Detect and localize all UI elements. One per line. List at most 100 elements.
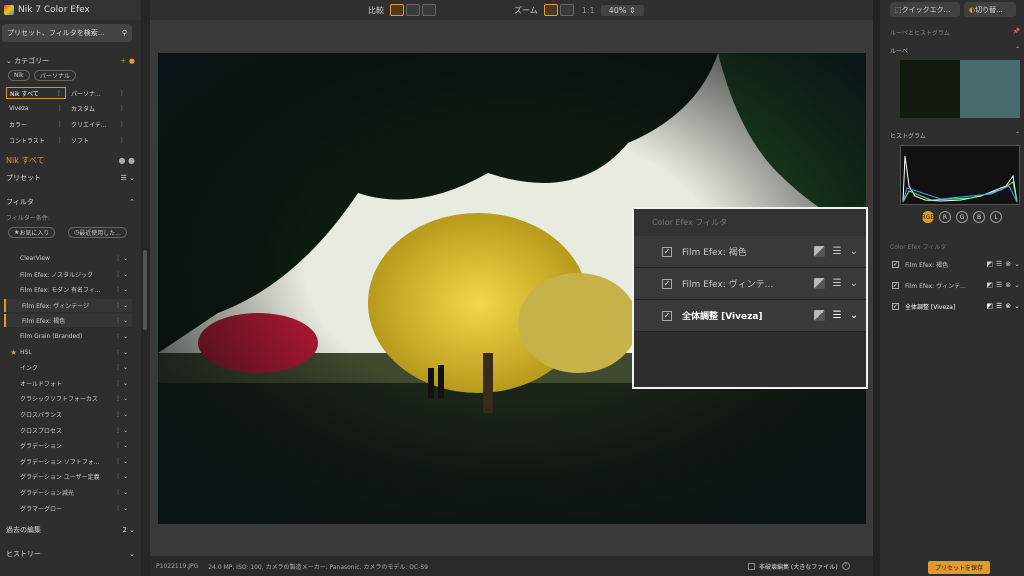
help-icon[interactable]: ?	[841, 562, 850, 570]
category-soft[interactable]: ソフト ⋮	[68, 134, 128, 146]
menu-icon[interactable]: ☰	[833, 278, 842, 289]
filter-item[interactable]: Film Efex: 褐色 ⋮ ⌄	[4, 314, 132, 328]
menu-icon[interactable]: ☰	[996, 302, 1002, 310]
favorites-chip[interactable]: ★ お気に入り	[8, 227, 56, 238]
favorite-star-icon[interactable]: ★	[10, 348, 17, 357]
chip-nik[interactable]: Nik	[8, 70, 30, 81]
filter-item[interactable]: ★ HSL ⋮ ⌄	[4, 346, 132, 359]
add-category-icon[interactable]: ＋ ●	[120, 56, 135, 66]
filters-header[interactable]: フィルタ ⌃	[0, 195, 141, 209]
checkbox-checked-icon[interactable]: ✓	[662, 278, 672, 289]
channel-button[interactable]: G	[956, 211, 968, 223]
mask-icon[interactable]	[813, 278, 825, 289]
filter-item-menu-icon[interactable]: ⋮ ⌄	[115, 395, 128, 402]
menu-icon[interactable]: ☰ ⌄	[121, 174, 135, 182]
stack-row-viveza[interactable]: ✓ 全体調整 [Viveza] ◩ ☰ ⊗ ⌄	[892, 299, 1024, 313]
category-color[interactable]: カラー ⋮	[6, 118, 66, 130]
chip-personal[interactable]: パーソナル	[34, 70, 77, 81]
popup-row-viveza[interactable]: ✓ 全体調整 [Viveza] ☰ ⌄	[634, 300, 866, 332]
filter-item[interactable]: クロスバランス ⋮ ⌄	[4, 408, 132, 421]
menu-icon[interactable]: ☰	[833, 310, 842, 321]
filter-item[interactable]: グラデーション減光 ⋮ ⌄	[4, 486, 132, 499]
menu-icon[interactable]: ☰	[996, 281, 1002, 289]
delete-icon[interactable]: ⊗	[1005, 302, 1011, 310]
chevron-down-icon[interactable]: ⌄	[850, 246, 858, 257]
filter-item-menu-icon[interactable]: ⋮ ⌄	[115, 255, 128, 262]
zoom-fill-button[interactable]	[559, 4, 574, 16]
filter-item-menu-icon[interactable]: ⋮ ⌄	[115, 286, 128, 293]
quick-export-button[interactable]: ⬚ クイックエク...	[890, 2, 960, 17]
filter-item[interactable]: オールドフォト ⋮ ⌄	[4, 377, 132, 390]
popup-row-sepia[interactable]: ✓ Film Efex: 褐色 ☰ ⌄	[634, 236, 866, 268]
history-header[interactable]: ヒストリー ⌄	[0, 547, 141, 561]
recent-chip[interactable]: ◷ 最近使用した...	[68, 227, 127, 238]
filter-item-menu-icon[interactable]: ⋮ ⌄	[115, 505, 128, 512]
filter-item[interactable]: Film Grain (Branded) ⋮ ⌄	[4, 330, 132, 343]
filter-item-menu-icon[interactable]: ⋮ ⌄	[115, 271, 128, 278]
presets-header[interactable]: プリセット ☰ ⌄	[0, 171, 141, 185]
save-preset-button[interactable]: プリセットを保存	[928, 561, 990, 574]
past-edits-header[interactable]: 過去の編集 2 ⌄	[0, 523, 141, 537]
filter-item[interactable]: グラデーション ユーザー定義 ⋮ ⌄	[4, 470, 132, 483]
delete-icon[interactable]: ⊗	[1005, 260, 1011, 268]
filter-item[interactable]: クラシックソフトフォーカス ⋮ ⌄	[4, 392, 132, 405]
channel-button[interactable]: L	[990, 211, 1002, 223]
filter-item-menu-icon[interactable]: ⋮ ⌄	[115, 380, 128, 387]
delete-icon[interactable]: ⊗	[1005, 281, 1011, 289]
filter-item-menu-icon[interactable]: ⋮ ⌄	[115, 427, 128, 434]
popup-row-vintage[interactable]: ✓ Film Efex: ヴィンテ... ☰ ⌄	[634, 268, 866, 300]
checkbox-checked-icon[interactable]: ✓	[662, 310, 672, 321]
loupe-header[interactable]: ルーペ ⌃	[880, 46, 1024, 55]
filter-item-menu-icon[interactable]: ⋮ ⌄	[115, 473, 128, 480]
switch-button[interactable]: ◐ 切り替...	[964, 2, 1016, 17]
menu-icon[interactable]: ☰	[996, 260, 1002, 268]
filter-item[interactable]: ClearView ⋮ ⌄	[4, 252, 132, 265]
stack-row-sepia[interactable]: ✓ Film Efex: 褐色 ◩ ☰ ⊗ ⌄	[892, 257, 1024, 271]
mask-icon[interactable]: ◩	[986, 260, 993, 268]
filter-item-menu-icon[interactable]: ⋮ ⌄	[115, 411, 128, 418]
filter-item-menu-icon[interactable]: ⋮ ⌄	[115, 349, 128, 356]
checkbox-checked-icon[interactable]: ✓	[892, 281, 899, 289]
compare-single-button[interactable]	[390, 4, 404, 16]
zoom-1to1-button[interactable]: 1:1	[582, 6, 595, 15]
compare-split-button[interactable]	[406, 4, 420, 16]
pin-icon[interactable]: 📌	[1013, 28, 1020, 35]
filter-item[interactable]: インク ⋮ ⌄	[4, 361, 132, 374]
category-header[interactable]: ⌄ カテゴリー ＋ ●	[0, 54, 141, 68]
checkbox-checked-icon[interactable]: ✓	[892, 302, 899, 310]
search-input[interactable]: プリセット、フィルタを検索... ⚲	[2, 24, 132, 42]
filter-item-menu-icon[interactable]: ⋮ ⌄	[115, 333, 128, 340]
filter-item-menu-icon[interactable]: ⋮ ⌄	[115, 442, 128, 449]
filter-item[interactable]: Film Efex: ヴィンテージ ⋮ ⌄	[4, 298, 132, 312]
category-creative[interactable]: クリエイテ... ⋮	[68, 118, 128, 130]
stack-row-vintage[interactable]: ✓ Film Efex: ヴィンテ... ◩ ☰ ⊗ ⌄	[892, 278, 1024, 292]
filter-item-menu-icon[interactable]: ⋮ ⌄	[115, 458, 128, 465]
category-custom[interactable]: カスタム ⋮	[68, 102, 128, 114]
chevron-down-icon[interactable]: ⌄	[850, 278, 858, 289]
checkbox-checked-icon[interactable]: ✓	[892, 260, 899, 268]
category-nik-all[interactable]: Nik すべて ⋮	[6, 87, 66, 99]
filter-item[interactable]: Film Efex: ノスタルジック ⋮ ⌄	[4, 268, 132, 281]
chevron-down-icon[interactable]: ⌄	[1014, 281, 1020, 289]
category-personal[interactable]: パーソナ... ⋮	[68, 87, 128, 99]
left-scrollbar[interactable]	[141, 0, 150, 576]
zoom-fit-button[interactable]	[543, 4, 558, 16]
filter-item[interactable]: グラデーション ⋮ ⌄	[4, 439, 132, 452]
filter-item-menu-icon[interactable]: ⋮ ⌄	[115, 317, 128, 324]
checkbox-icon[interactable]	[748, 562, 755, 570]
scroll-thumb[interactable]	[143, 250, 147, 330]
compare-side-button[interactable]	[422, 4, 436, 16]
filter-item[interactable]: Film Efex: モダン 有名フィ... ⋮ ⌄	[4, 283, 132, 296]
category-contrast[interactable]: コントラスト ⋮	[6, 134, 66, 146]
chevron-down-icon[interactable]: ⌄	[1014, 302, 1020, 310]
mask-icon[interactable]: ◩	[986, 281, 993, 289]
right-panel-toggle[interactable]	[873, 0, 880, 576]
channel-button[interactable]: R	[939, 211, 951, 223]
filter-item[interactable]: グラデーション ソフトフォ... ⋮ ⌄	[4, 455, 132, 468]
channel-button[interactable]: RGB	[922, 211, 934, 223]
mask-icon[interactable]: ◩	[986, 302, 993, 310]
menu-icon[interactable]: ☰	[833, 246, 842, 257]
chevron-down-icon[interactable]: ⌄	[1014, 260, 1020, 268]
filter-item-menu-icon[interactable]: ⋮ ⌄	[115, 364, 128, 371]
filter-item[interactable]: クロスプロセス ⋮ ⌄	[4, 424, 132, 437]
